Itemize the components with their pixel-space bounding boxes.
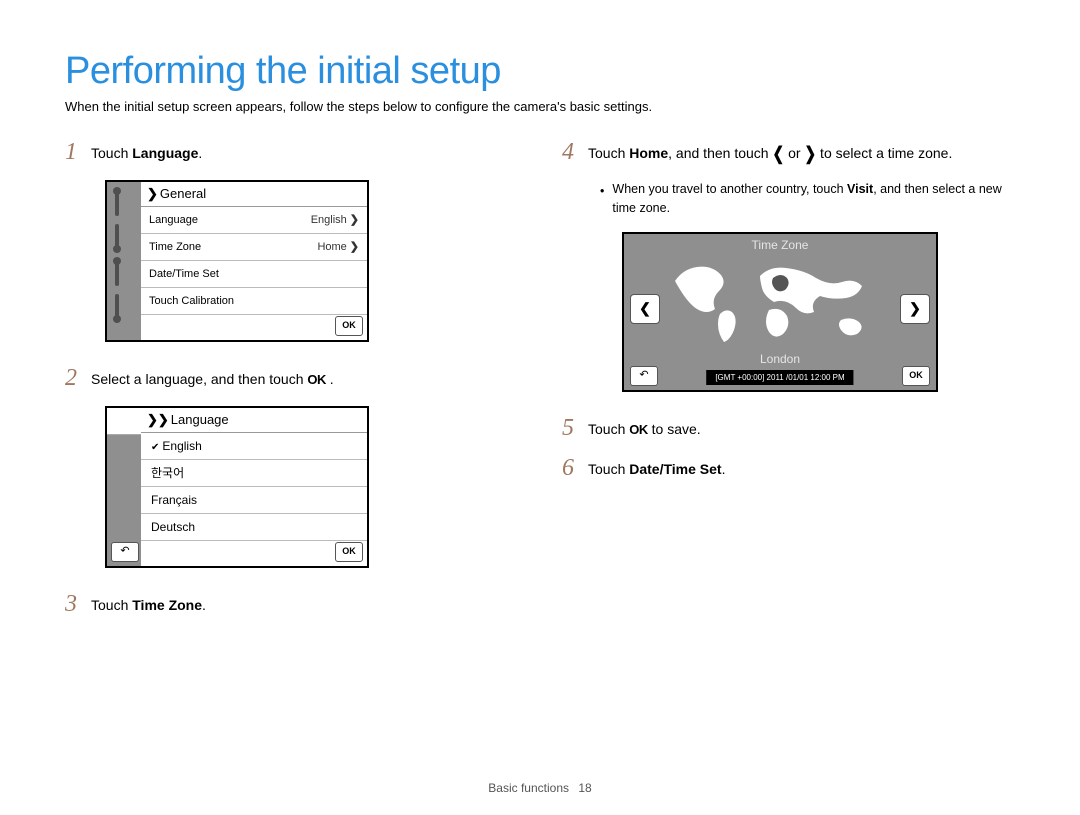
header-label: General [160, 186, 206, 201]
timezone-map-screenshot: Time Zone ❮ ❯ London [ [622, 232, 938, 392]
ok-button[interactable]: OK [335, 542, 363, 562]
bold: Language [132, 145, 198, 161]
menu-row-touchcal[interactable]: Touch Calibration [141, 288, 367, 315]
step-4: 4 Touch Home, and then touch ❮ or ❯ to s… [562, 140, 1015, 164]
ok-icon: OK [307, 372, 326, 387]
bold: Visit [847, 182, 873, 196]
footer-page: 18 [578, 781, 591, 795]
row-label: Date/Time Set [149, 261, 219, 287]
tab-icon[interactable] [107, 408, 142, 435]
lang-item-deutsch[interactable]: Deutsch [141, 514, 367, 541]
row-label: English [162, 439, 201, 453]
chevron-right-icon: ❯ [350, 241, 359, 253]
text: to save. [648, 421, 701, 437]
panel-header: ❯General [141, 182, 367, 207]
step-number: 3 [65, 592, 77, 616]
text: Touch [588, 145, 629, 161]
bold: Home [629, 145, 668, 161]
ok-icon: OK [629, 422, 648, 437]
text: to select a time zone. [816, 145, 952, 161]
text: When you travel to another country, touc… [612, 182, 847, 196]
tz-header: Time Zone [624, 234, 936, 256]
back-button[interactable]: ↶ [111, 542, 139, 562]
gmt-readout: [GMT +00:00] 2011 /01/01 12:00 PM [706, 370, 853, 385]
world-map [664, 256, 896, 348]
chevron-icon: ❯❯ [147, 412, 169, 427]
check-icon: ✔ [151, 442, 159, 453]
arrow-right-icon: ❯ [804, 140, 816, 167]
step-text: Touch Language. [91, 140, 202, 164]
step-number: 4 [562, 140, 574, 164]
bullet-icon: • [600, 180, 604, 218]
general-menu-screenshot: ❯General Language English❯ Time Zone Hom… [105, 180, 369, 342]
header-label: Language [171, 412, 229, 427]
chevron-right-icon: ❯ [350, 214, 359, 226]
step-2: 2 Select a language, and then touch OK . [65, 366, 518, 390]
lang-item-english[interactable]: ✔English [141, 433, 367, 460]
left-column: 1 Touch Language. ❯General Language [65, 140, 518, 632]
step-3: 3 Touch Time Zone. [65, 592, 518, 616]
step-text: Select a language, and then touch OK . [91, 366, 334, 390]
step-5: 5 Touch OK to save. [562, 416, 1015, 440]
step-text: Touch Home, and then touch ❮ or ❯ to sel… [588, 140, 952, 164]
row-label: Français [151, 487, 197, 513]
bold: Time Zone [132, 597, 202, 613]
text: Touch [91, 145, 132, 161]
tz-city: London [624, 352, 936, 366]
right-column: 4 Touch Home, and then touch ❮ or ❯ to s… [562, 140, 1015, 632]
step-number: 1 [65, 140, 77, 164]
text: , and then touch [668, 145, 772, 161]
page-footer: Basic functions 18 [0, 781, 1080, 795]
footer-section: Basic functions [488, 781, 569, 795]
row-label: 한국어 [151, 460, 184, 486]
text: . [722, 461, 726, 477]
arrow-left-icon: ❮ [772, 140, 784, 167]
panel-header: ❯❯Language [141, 408, 367, 433]
text: Touch [588, 421, 629, 437]
text: or [784, 145, 804, 161]
row-label: Time Zone [149, 234, 201, 260]
step-text: Touch Time Zone. [91, 592, 206, 616]
row-label: Touch Calibration [149, 288, 234, 314]
menu-row-language[interactable]: Language English❯ [141, 207, 367, 234]
menu-row-timezone[interactable]: Time Zone Home ❯ [141, 234, 367, 261]
step-1: 1 Touch Language. [65, 140, 518, 164]
lang-item-korean[interactable]: 한국어 [141, 460, 367, 487]
ok-button[interactable]: OK [902, 366, 930, 386]
row-label: Language [149, 207, 198, 233]
world-map-icon [664, 256, 896, 348]
step-number: 2 [65, 366, 77, 390]
menu-row-datetime[interactable]: Date/Time Set [141, 261, 367, 288]
text: . [202, 597, 206, 613]
row-label: Deutsch [151, 514, 195, 540]
step-text: Touch Date/Time Set. [588, 456, 725, 480]
text: Select a language, and then touch [91, 371, 307, 387]
step-text: Touch OK to save. [588, 416, 701, 440]
step-number: 6 [562, 456, 574, 480]
ok-button[interactable]: OK [335, 316, 363, 336]
back-button[interactable]: ↶ [630, 366, 658, 386]
next-button[interactable]: ❯ [900, 294, 930, 324]
step-number: 5 [562, 416, 574, 440]
chevron-icon: ❯ [147, 186, 158, 201]
text: Touch [588, 461, 629, 477]
language-list-screenshot: ❯❯Language ✔English 한국어 Français Deutsch [105, 406, 369, 568]
intro-text: When the initial setup screen appears, f… [65, 99, 1015, 114]
lang-item-francais[interactable]: Français [141, 487, 367, 514]
step-6: 6 Touch Date/Time Set. [562, 456, 1015, 480]
row-value: English [311, 214, 347, 226]
page-title: Performing the initial setup [65, 50, 1015, 93]
text: Touch [91, 597, 132, 613]
prev-button[interactable]: ❮ [630, 294, 660, 324]
row-value: Home [317, 241, 346, 253]
notebook-spine [107, 182, 141, 340]
text: . [198, 145, 202, 161]
bold: Date/Time Set [629, 461, 721, 477]
step-4-note: • When you travel to another country, to… [600, 180, 1015, 218]
text: . [326, 371, 334, 387]
